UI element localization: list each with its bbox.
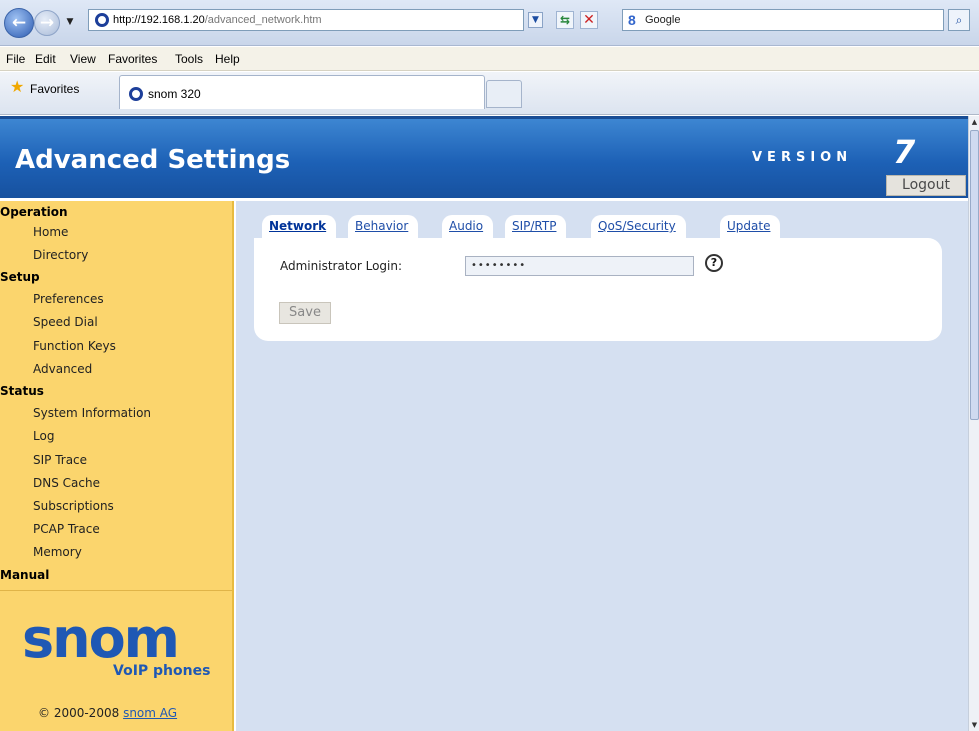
menu-bar: File Edit View Favorites Tools Help (0, 47, 979, 71)
menu-tools[interactable]: Tools (175, 52, 203, 66)
copyright: © 2000-2008 snom AG (38, 706, 177, 720)
page-scrollbar[interactable]: ▲ ▼ (968, 116, 979, 731)
sidebar-item-pcap-trace[interactable]: PCAP Trace (33, 522, 100, 536)
google-icon: 8 (628, 12, 636, 28)
sidebar-item-speed-dial[interactable]: Speed Dial (33, 315, 98, 329)
browser-tab[interactable]: snom 320 (119, 75, 485, 109)
menu-edit[interactable]: Edit (35, 52, 56, 66)
version-label: VERSION (752, 150, 853, 165)
sidebar-section-setup[interactable]: Setup (0, 270, 40, 284)
forward-arrow-icon: → (39, 13, 55, 33)
browser-address-bar: ← → ▼ http://192.168.1.20/advanced_netwo… (0, 0, 979, 46)
page-header: Advanced Settings VERSION 7 Logout (0, 116, 968, 198)
settings-panel: Administrator Login: •••••••• ? Save (254, 238, 942, 341)
tab-audio[interactable]: Audio (442, 215, 494, 239)
menu-file[interactable]: File (6, 52, 25, 66)
favorites-button[interactable]: Favorites (30, 82, 79, 96)
administrator-login-field[interactable]: •••••••• (465, 256, 694, 276)
page-title: Advanced Settings (15, 145, 291, 175)
search-button[interactable]: ⌕ (948, 9, 970, 31)
url-host: http://192.168.1.20 (113, 14, 205, 26)
url-path: /advanced_network.htm (204, 14, 322, 26)
menu-favorites[interactable]: Favorites (108, 52, 157, 66)
sidebar-item-home[interactable]: Home (33, 225, 68, 239)
sidebar-section-status[interactable]: Status (0, 384, 44, 398)
scroll-down-icon[interactable]: ▼ (970, 719, 979, 731)
sidebar: Operation Home Directory Setup Preferenc… (0, 201, 234, 731)
favorites-star-icon[interactable]: ★ (10, 80, 24, 96)
copyright-text: © 2000-2008 (38, 706, 120, 720)
stop-button[interactable]: ✕ (580, 11, 598, 29)
menu-help[interactable]: Help (215, 52, 240, 66)
menu-view[interactable]: View (70, 52, 96, 66)
site-icon (95, 13, 109, 27)
sidebar-divider (0, 590, 232, 591)
save-button[interactable]: Save (279, 302, 331, 324)
logout-button[interactable]: Logout (886, 175, 966, 196)
refresh-button[interactable]: ⇆ (556, 11, 574, 29)
search-input[interactable]: 8 Google (622, 9, 944, 31)
copyright-link[interactable]: snom AG (123, 706, 177, 720)
sidebar-item-preferences[interactable]: Preferences (33, 292, 104, 306)
tab-qos-security[interactable]: QoS/Security (591, 215, 686, 239)
search-provider: Google (645, 14, 681, 26)
administrator-login-label: Administrator Login: (280, 259, 403, 273)
history-dropdown-icon[interactable]: ▼ (64, 15, 76, 29)
scroll-up-icon[interactable]: ▲ (970, 116, 979, 128)
snom-logo: snom (22, 607, 180, 670)
sidebar-item-function-keys[interactable]: Function Keys (33, 339, 116, 353)
tab-sip-rtp[interactable]: SIP/RTP (505, 215, 567, 239)
version-number: 7 (893, 133, 916, 171)
tab-network[interactable]: Network (262, 215, 337, 239)
scroll-thumb[interactable] (970, 130, 979, 420)
url-input[interactable]: http://192.168.1.20/advanced_network.htm (88, 9, 524, 31)
sidebar-item-subscriptions[interactable]: Subscriptions (33, 499, 114, 513)
sidebar-item-dns-cache[interactable]: DNS Cache (33, 476, 100, 490)
sidebar-item-memory[interactable]: Memory (33, 545, 82, 559)
sidebar-item-advanced[interactable]: Advanced (33, 362, 92, 376)
help-icon[interactable]: ? (705, 254, 723, 272)
sidebar-section-manual[interactable]: Manual (0, 568, 49, 582)
sidebar-item-sip-trace[interactable]: SIP Trace (33, 453, 87, 467)
tab-update[interactable]: Update (720, 215, 781, 239)
new-tab-button[interactable] (486, 80, 522, 108)
forward-button[interactable]: → (34, 10, 60, 36)
back-button[interactable]: ← (4, 8, 34, 38)
snom-logo-subtext: VoIP phones (113, 663, 211, 679)
tab-behavior[interactable]: Behavior (348, 215, 419, 239)
url-dropdown-button[interactable]: ▼ (528, 12, 543, 28)
sidebar-item-system-information[interactable]: System Information (33, 406, 151, 420)
favorites-bar: ★ Favorites snom 320 (0, 72, 979, 115)
back-arrow-icon: ← (11, 13, 27, 33)
sidebar-item-directory[interactable]: Directory (33, 248, 88, 262)
sidebar-item-log[interactable]: Log (33, 429, 54, 443)
main-content: Network Behavior Audio SIP/RTP QoS/Secur… (236, 201, 968, 731)
tab-site-icon (129, 87, 143, 101)
sidebar-section-operation[interactable]: Operation (0, 205, 68, 219)
tab-title: snom 320 (148, 87, 201, 101)
